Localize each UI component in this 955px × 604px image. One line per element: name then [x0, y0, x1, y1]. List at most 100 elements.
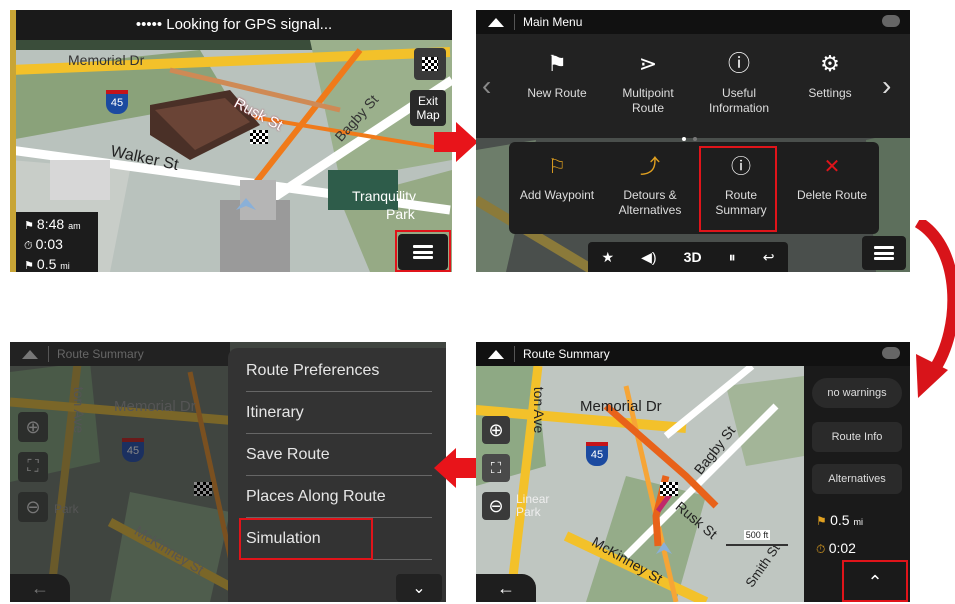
menu-item-save-route[interactable]: Save Route [228, 434, 446, 476]
menu-item-itinerary[interactable]: Itinerary [228, 392, 446, 434]
distance-value: 0.5 [36, 256, 57, 272]
info-icon: ⓘ [727, 51, 750, 76]
route-distance: ⚑ 0.5 mi [816, 512, 890, 528]
arrow-right-icon [434, 122, 478, 162]
timer-icon: ⏱ [816, 542, 829, 556]
street-label-memorial-dr: Memorial Dr [580, 398, 662, 415]
3d-toggle[interactable]: 3D [684, 249, 702, 265]
route-summary-title: Route Summary [57, 347, 144, 361]
street-label-ave: ton Ave [531, 386, 548, 434]
menu-item-multipoint-route[interactable]: ⋗ Multipoint Route [603, 34, 693, 134]
checkered-flag-icon [422, 57, 438, 71]
route-submenu: ⚐ Add Waypoint ⤴ Detours & Alternatives … [509, 142, 879, 234]
distance-value: 0.5 [830, 512, 850, 528]
chevron-down-icon: ⌄ [412, 580, 426, 597]
submenu-label: Add Waypoint [519, 188, 595, 202]
main-menu-title: Main Menu [523, 15, 583, 29]
submenu-add-waypoint[interactable]: ⚐ Add Waypoint [511, 142, 603, 228]
multipoint-icon: ⋗ [638, 51, 658, 76]
trip-stats-box[interactable]: ⚑ 8:48 am ⏱ 0:03 ⚑ 0.5 mi [16, 212, 98, 272]
route-summary-header: Route Summary [10, 342, 230, 366]
delete-route-icon: ✕ [823, 156, 841, 178]
submenu-label: Delete Route [796, 188, 868, 202]
interstate-shield: 45 [122, 438, 144, 462]
pause-icon[interactable]: ⏸ [729, 249, 736, 266]
exit-map-button[interactable]: Exit Map [410, 90, 446, 126]
zoom-out-button[interactable]: ⊖ [18, 492, 48, 522]
map-scale: 500 ft [726, 530, 788, 546]
fit-route-button[interactable]: ⛶ [18, 452, 48, 482]
zoom-in-icon: ⊕ [488, 419, 504, 440]
menu-item-label: Settings [808, 86, 852, 100]
menu-item-new-route[interactable]: ⚑ New Route [512, 34, 602, 134]
route-time: ⏱ 0:02 [816, 540, 890, 557]
destination-flag-button[interactable] [414, 48, 446, 80]
interstate-shield: 45 [586, 442, 608, 466]
zoom-in-button[interactable]: ⊕ [18, 412, 48, 442]
distance-unit: mi [853, 517, 863, 527]
highlight-simulation [239, 518, 373, 560]
eta-unit: am [68, 221, 81, 231]
hamburger-icon [874, 246, 894, 260]
collapse-icon[interactable] [488, 17, 504, 27]
route-info-button[interactable]: Route Info [812, 422, 902, 452]
time-value: 0:03 [35, 236, 63, 252]
menu-item-route-preferences[interactable]: Route Preferences [228, 350, 446, 392]
highlight-route-summary [699, 146, 777, 232]
menu-item-places-along-route[interactable]: Places Along Route [228, 476, 446, 518]
arrow-curve-down-icon [914, 220, 955, 398]
gps-status-text: ••••• Looking for GPS signal... [135, 16, 333, 33]
panel-route-options: Route Summary Memorial Dr ton Ave 45 McK… [10, 342, 446, 602]
submenu-label: Detours & Alternatives [618, 188, 682, 217]
label-park: Park [386, 206, 415, 222]
back-button[interactable]: ← [10, 574, 70, 602]
eta-value: 8:48 [36, 216, 65, 232]
finish-flag-icon: ⚑ [24, 220, 37, 232]
panel-navigation-map: Memorial Dr 45 Rusk St Bagby St Walker S… [10, 10, 452, 272]
back-icon[interactable]: ↩ [763, 249, 775, 266]
fit-route-icon: ⛶ [490, 459, 502, 477]
time-value: 0:02 [828, 540, 856, 556]
fit-route-button[interactable]: ⛶ [482, 454, 510, 482]
label-park: Park [516, 505, 541, 519]
timer-icon: ⏱ [24, 240, 36, 252]
back-button[interactable]: ← [476, 574, 536, 602]
detour-icon: ⤴ [640, 156, 660, 178]
time-row: ⏱ 0:03 [24, 235, 98, 255]
zoom-out-button[interactable]: ⊖ [482, 492, 510, 520]
volume-icon[interactable]: ◀) [641, 249, 656, 266]
bottom-toolbar: ★ ◀) 3D ⏸ ↩ [588, 242, 788, 272]
collapse-icon[interactable] [22, 349, 38, 359]
label-linear: Linear [516, 492, 550, 506]
no-warnings-button[interactable]: no warnings [812, 378, 902, 408]
collapse-icon[interactable] [488, 349, 504, 359]
interstate-shield: 45 [106, 90, 128, 114]
street-label-memorial-dr: Memorial Dr [68, 52, 145, 68]
waypoint-flag-icon: ⚐ [548, 156, 566, 178]
star-icon[interactable]: ★ [602, 249, 615, 266]
street-label-memorial-dr: Memorial Dr [114, 398, 196, 415]
submenu-delete-route[interactable]: ✕ Delete Route [787, 142, 877, 228]
chevron-down-button[interactable]: ⌄ [396, 574, 442, 602]
zoom-in-button[interactable]: ⊕ [482, 416, 510, 444]
highlight-chevron-up [842, 560, 908, 602]
menu-right-arrow[interactable]: › [882, 66, 906, 106]
submenu-detours-alternatives[interactable]: ⤴ Detours & Alternatives [605, 142, 695, 228]
menu-item-settings[interactable]: ⚙ Settings [785, 34, 875, 134]
route-summary-header: Route Summary [476, 342, 910, 366]
menu-item-label: Useful Information [708, 86, 770, 115]
eta-row: ⚑ 8:48 am [24, 215, 98, 235]
highlight-menu-button [395, 230, 451, 272]
alternatives-button[interactable]: Alternatives [812, 464, 902, 494]
chat-icon[interactable] [882, 347, 900, 359]
exit-map-label-2: Map [416, 108, 440, 122]
panel-main-menu: Main Menu ‹ › ⚑ New Route ⋗ Multipoint R… [476, 10, 910, 272]
back-arrow-icon: ← [497, 578, 515, 598]
menu-left-arrow[interactable]: ‹ [482, 66, 506, 106]
interstate-number: 45 [590, 449, 604, 461]
arrow-left-icon [434, 448, 478, 488]
chat-icon[interactable] [882, 15, 900, 27]
checkered-flag-icon [250, 130, 268, 144]
menu-item-useful-information[interactable]: ⓘ Useful Information [694, 34, 784, 134]
menu-button[interactable] [862, 236, 906, 270]
